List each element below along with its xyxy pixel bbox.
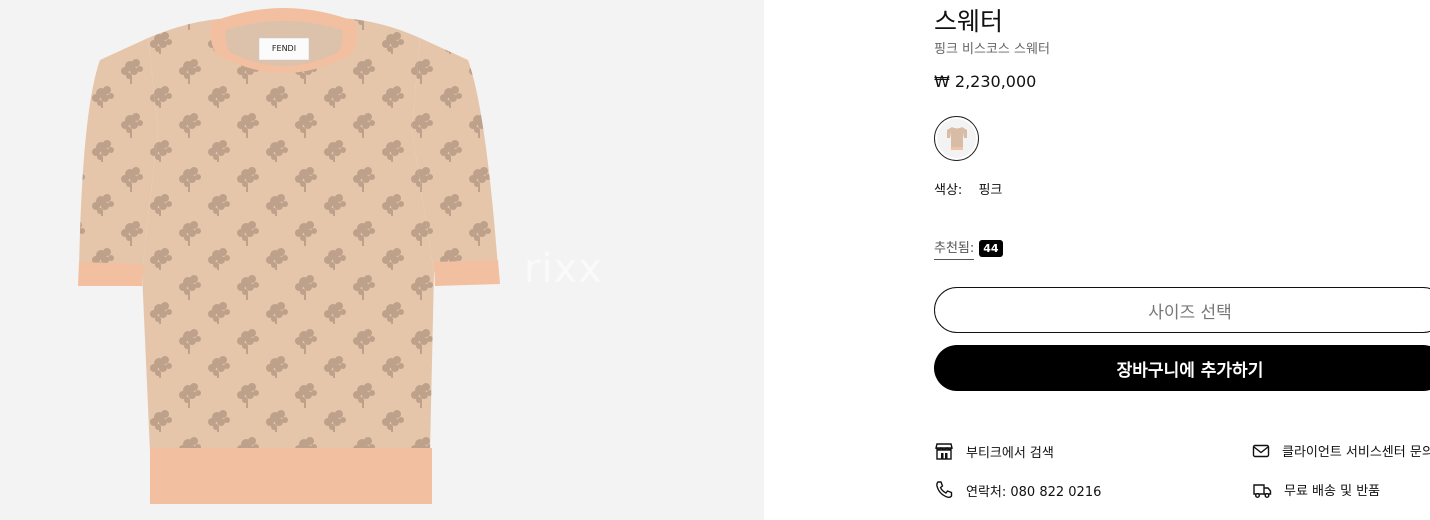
mail-icon: [1252, 444, 1270, 457]
phone-icon: [936, 481, 953, 499]
product-title: 스웨터: [934, 7, 1004, 36]
product-subtitle: 핑크 비스코스 스웨터: [934, 42, 1050, 57]
recommended-size-row: 추천됨: 44: [934, 237, 1003, 260]
boutique-link[interactable]: 부티크에서 검색: [934, 441, 1054, 461]
client-service-label: 클라이언트 서비스센터 문의: [1282, 445, 1430, 460]
shipping-link[interactable]: 무료 배송 및 반품: [1252, 480, 1380, 499]
product-image: FENDI: [78, 8, 500, 504]
contact-label: 연락처: 080 822 0216: [966, 484, 1102, 500]
product-price: ₩ 2,230,000: [934, 72, 1037, 91]
color-row: 색상: 핑크: [934, 179, 1002, 198]
swatch-thumbnail: [937, 119, 976, 158]
truck-icon: [1253, 483, 1272, 498]
shipping-label: 무료 배송 및 반품: [1284, 484, 1381, 499]
product-info: 스웨터 핑크 비스코스 스웨터 ₩ 2,230,000 색상: 핑크 추천됨: …: [934, 0, 1430, 520]
brand-label: FENDI: [272, 44, 296, 53]
boutique-link-label: 부티크에서 검색: [966, 445, 1054, 461]
client-service-link[interactable]: 클라이언트 서비스센터 문의: [1252, 441, 1430, 460]
boutique-icon: [935, 443, 953, 460]
color-value: 핑크: [978, 183, 1003, 198]
recommended-label[interactable]: 추천됨:: [934, 237, 975, 260]
recommended-size-badge: 44: [979, 240, 1003, 257]
watermark: rixx: [524, 246, 603, 292]
color-swatch[interactable]: [934, 116, 979, 161]
product-image-panel[interactable]: FENDI rixx: [0, 0, 764, 520]
size-select-button[interactable]: 사이즈 선택: [934, 287, 1430, 333]
color-label: 색상:: [934, 183, 963, 198]
contact-link[interactable]: 연락처: 080 822 0216: [934, 480, 1101, 500]
sweater-thumbnail-icon: [946, 126, 967, 150]
add-to-cart-button[interactable]: 장바구니에 추가하기: [934, 345, 1430, 391]
